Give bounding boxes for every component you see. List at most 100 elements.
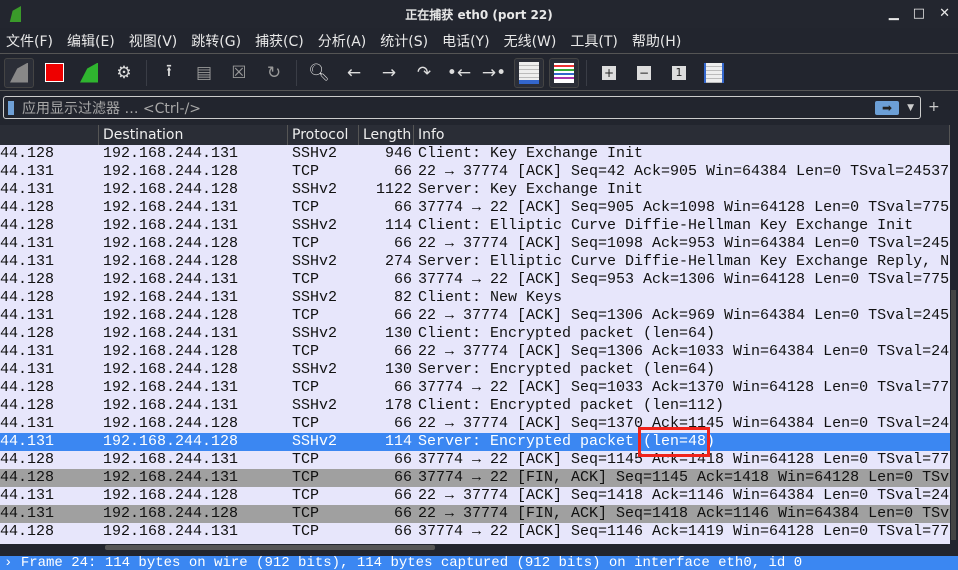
cell-destination: 192.168.244.128: [103, 343, 239, 360]
column-source[interactable]: [0, 125, 99, 145]
horizontal-scroll-thumb[interactable]: [105, 545, 435, 550]
cell-info: Client: Elliptic Curve Diffie-Hellman Ke…: [418, 217, 914, 234]
cell-destination: 192.168.244.128: [103, 307, 239, 324]
packet-row[interactable]: 44.128 192.168.244.131 TCP 66 37774 → 22 [AC…: [0, 199, 950, 217]
packet-row[interactable]: 44.131 192.168.244.128 TCP 66 22 → 37774 [AC…: [0, 343, 950, 361]
packet-row[interactable]: 44.128 192.168.244.131 SSHv2 130 Client: Enc…: [0, 325, 950, 343]
menu-help[interactable]: 帮助(H): [632, 31, 681, 51]
bookmark-icon[interactable]: [8, 100, 14, 115]
packet-row[interactable]: 44.128 192.168.244.131 SSHv2 82 Client: New …: [0, 289, 950, 307]
cell-protocol: SSHv2: [292, 181, 338, 198]
window-title: 正在捕获 eth0 (port 22): [405, 7, 553, 22]
packet-row[interactable]: 44.131 192.168.244.128 TCP 66 22 → 37774 [AC…: [0, 487, 950, 505]
packet-row[interactable]: 44.131 192.168.244.128 SSHv2 1122 Server: Ke…: [0, 181, 950, 199]
menu-wireless[interactable]: 无线(W): [504, 31, 557, 51]
add-filter-button[interactable]: +: [928, 99, 940, 115]
packet-row[interactable]: 44.128 192.168.244.131 TCP 66 37774 → 22 [AC…: [0, 523, 950, 541]
column-protocol[interactable]: Protocol: [288, 125, 359, 145]
packet-row[interactable]: 44.131 192.168.244.128 SSHv2 274 Server: Ell…: [0, 253, 950, 271]
cell-info: 22 → 37774 [ACK] Seq=42 Ack=905 Win=6438…: [418, 163, 950, 180]
last-packet-icon[interactable]: →•: [479, 58, 509, 88]
column-info[interactable]: Info: [414, 125, 950, 145]
packet-row[interactable]: 44.128 192.168.244.131 TCP 66 37774 → 22 [AC…: [0, 451, 950, 469]
go-back-icon[interactable]: ←: [339, 58, 369, 88]
stop-capture-icon[interactable]: [39, 58, 69, 88]
cell-destination: 192.168.244.131: [103, 145, 239, 162]
vertical-scroll-thumb[interactable]: [951, 290, 956, 540]
maximize-button[interactable]: □: [913, 6, 925, 21]
cell-protocol: TCP: [292, 523, 320, 540]
packet-row[interactable]: 44.128 192.168.244.131 TCP 66 37774 → 22 [AC…: [0, 379, 950, 397]
cell-info: 22 → 37774 [FIN, ACK] Seq=1418 Ack=1146 …: [418, 505, 950, 522]
save-file-icon[interactable]: ▤: [189, 58, 219, 88]
reload-file-icon[interactable]: ↻: [259, 58, 289, 88]
cell-source: 44.131: [0, 253, 55, 270]
start-capture-icon[interactable]: [4, 57, 34, 88]
open-file-icon[interactable]: ⭱: [154, 58, 184, 88]
close-file-icon[interactable]: ☒: [224, 58, 254, 88]
packet-row[interactable]: 44.131 192.168.244.128 SSHv2 114 Server: Enc…: [0, 433, 950, 451]
menu-analyze[interactable]: 分析(A): [318, 31, 367, 51]
packet-row[interactable]: 44.131 192.168.244.128 SSHv2 130 Server: Enc…: [0, 361, 950, 379]
menu-go[interactable]: 跳转(G): [191, 31, 241, 51]
menu-view[interactable]: 视图(V): [129, 31, 178, 51]
go-forward-icon[interactable]: →: [374, 58, 404, 88]
column-destination[interactable]: Destination: [99, 125, 288, 145]
column-length[interactable]: Length: [359, 125, 414, 145]
menu-edit[interactable]: 编辑(E): [67, 31, 115, 51]
menu-capture[interactable]: 捕获(C): [255, 31, 304, 51]
cell-protocol: SSHv2: [292, 289, 338, 306]
cell-source: 44.128: [0, 217, 55, 234]
packet-row[interactable]: 44.131 192.168.244.128 TCP 66 22 → 37774 [AC…: [0, 415, 950, 433]
normal-size-icon[interactable]: 1: [664, 58, 694, 88]
cell-info: 37774 → 22 [ACK] Seq=1146 Ack=1419 Win=6…: [418, 523, 950, 540]
restart-capture-icon[interactable]: [74, 58, 104, 88]
zoom-out-icon[interactable]: −: [629, 58, 659, 88]
display-filter-bar[interactable]: 应用显示过滤器 … <Ctrl-/> ➡ ▼: [3, 96, 921, 119]
packet-row[interactable]: 44.128 192.168.244.131 TCP 66 37774 → 22 [AC…: [0, 271, 950, 289]
first-packet-icon[interactable]: •←: [444, 58, 474, 88]
packet-row[interactable]: 44.131 192.168.244.128 TCP 66 22 → 37774 [AC…: [0, 235, 950, 253]
cell-length: 66: [393, 235, 412, 252]
cell-source: 44.131: [0, 415, 55, 432]
cell-info: Client: Key Exchange Init: [418, 145, 644, 162]
resize-columns-icon[interactable]: [699, 58, 729, 88]
packet-row[interactable]: 44.131 192.168.244.128 TCP 66 22 → 37774 [FI…: [0, 505, 950, 523]
go-to-packet-icon[interactable]: ↷: [409, 58, 439, 88]
filter-dropdown-icon[interactable]: ▼: [907, 103, 914, 113]
cell-protocol: TCP: [292, 505, 320, 522]
close-button[interactable]: ✕: [939, 6, 950, 21]
cell-destination: 192.168.244.128: [103, 487, 239, 504]
cell-source: 44.128: [0, 145, 55, 162]
cell-protocol: TCP: [292, 469, 320, 486]
packet-row[interactable]: 44.128 192.168.244.131 SSHv2 114 Client: Ell…: [0, 217, 950, 235]
apply-filter-button[interactable]: ➡: [875, 100, 900, 115]
display-filter-input[interactable]: 应用显示过滤器 … <Ctrl-/>: [22, 98, 875, 118]
minimize-button[interactable]: ▁: [889, 6, 899, 21]
wireshark-icon: [9, 6, 21, 22]
packet-row[interactable]: 44.128 192.168.244.131 SSHv2 946 Client: Key…: [0, 145, 950, 163]
cell-source: 44.131: [0, 307, 55, 324]
packet-row[interactable]: 44.128 192.168.244.131 TCP 66 37774 → 22 [FI…: [0, 469, 950, 487]
menu-tools[interactable]: 工具(T): [570, 31, 617, 51]
find-packet-icon[interactable]: 🔍︎: [304, 58, 334, 88]
packet-row[interactable]: 44.131 192.168.244.128 TCP 66 22 → 37774 [AC…: [0, 307, 950, 325]
cell-destination: 192.168.244.128: [103, 235, 239, 252]
menu-statistics[interactable]: 统计(S): [380, 31, 428, 51]
capture-options-icon[interactable]: ⚙: [109, 58, 139, 88]
cell-destination: 192.168.244.131: [103, 469, 239, 486]
cell-source: 44.128: [0, 523, 55, 540]
packet-row[interactable]: 44.131 192.168.244.128 TCP 66 22 → 37774 [AC…: [0, 163, 950, 181]
expand-arrow-icon[interactable]: ›: [4, 556, 12, 570]
cell-info: Client: Encrypted packet (len=64): [418, 325, 716, 342]
autoscroll-icon[interactable]: [514, 57, 544, 88]
zoom-in-icon[interactable]: +: [594, 58, 624, 88]
menu-file[interactable]: 文件(F): [6, 31, 53, 51]
cell-protocol: TCP: [292, 343, 320, 360]
packet-row[interactable]: 44.128 192.168.244.131 SSHv2 178 Client: Enc…: [0, 397, 950, 415]
cell-destination: 192.168.244.131: [103, 397, 239, 414]
menu-telephony[interactable]: 电话(Y): [442, 31, 489, 51]
colorize-icon[interactable]: [549, 57, 579, 88]
packet-detail-frame[interactable]: › Frame 24: 114 bytes on wire (912 bits)…: [0, 556, 958, 570]
cell-source: 44.131: [0, 181, 55, 198]
